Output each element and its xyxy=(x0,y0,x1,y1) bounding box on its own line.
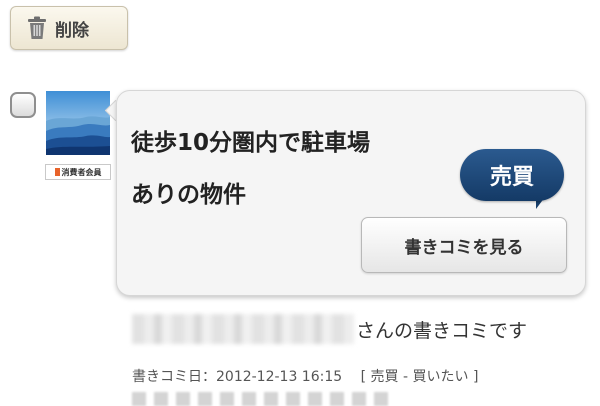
post-date: 書きコミ日：2012-12-13 16:15 xyxy=(132,369,343,385)
post-title-line-1: 徒歩10分圏内で駐車場 xyxy=(131,130,371,156)
author-suffix: さんの書きコミです xyxy=(356,319,528,342)
post-select-checkbox[interactable] xyxy=(10,92,36,118)
post-title-line-2: ありの物件 xyxy=(131,182,246,208)
delete-label: 削除 xyxy=(55,20,89,41)
mountain-avatar-image xyxy=(46,91,110,155)
post-meta: 書きコミ日：2012-12-13 16:15 [ 売買 - 買いたい ] xyxy=(132,366,478,386)
post-category-tag: [ 売買 - 買いたい ] xyxy=(360,369,479,385)
category-badge: 売買 xyxy=(460,149,564,209)
member-badge-label: 消費者会員 xyxy=(61,167,102,177)
member-mark-icon xyxy=(54,168,60,176)
avatar xyxy=(46,91,110,155)
trash-icon xyxy=(28,16,46,39)
author-line: さんの書きコミです xyxy=(132,314,582,344)
cutoff-text-line xyxy=(132,392,392,406)
view-comments-button[interactable]: 書きコミを見る xyxy=(361,217,567,273)
category-bubble: 売買 xyxy=(460,149,564,201)
post-title: 徒歩10分圏内で駐車場 ありの物件 xyxy=(131,117,431,221)
post-card: 徒歩10分圏内で駐車場 ありの物件 売買 書きコミを見る xyxy=(116,90,586,296)
author-name-blurred xyxy=(132,314,354,344)
delete-button[interactable]: 削除 xyxy=(10,6,128,50)
member-badge: 消費者会員 xyxy=(45,164,111,180)
